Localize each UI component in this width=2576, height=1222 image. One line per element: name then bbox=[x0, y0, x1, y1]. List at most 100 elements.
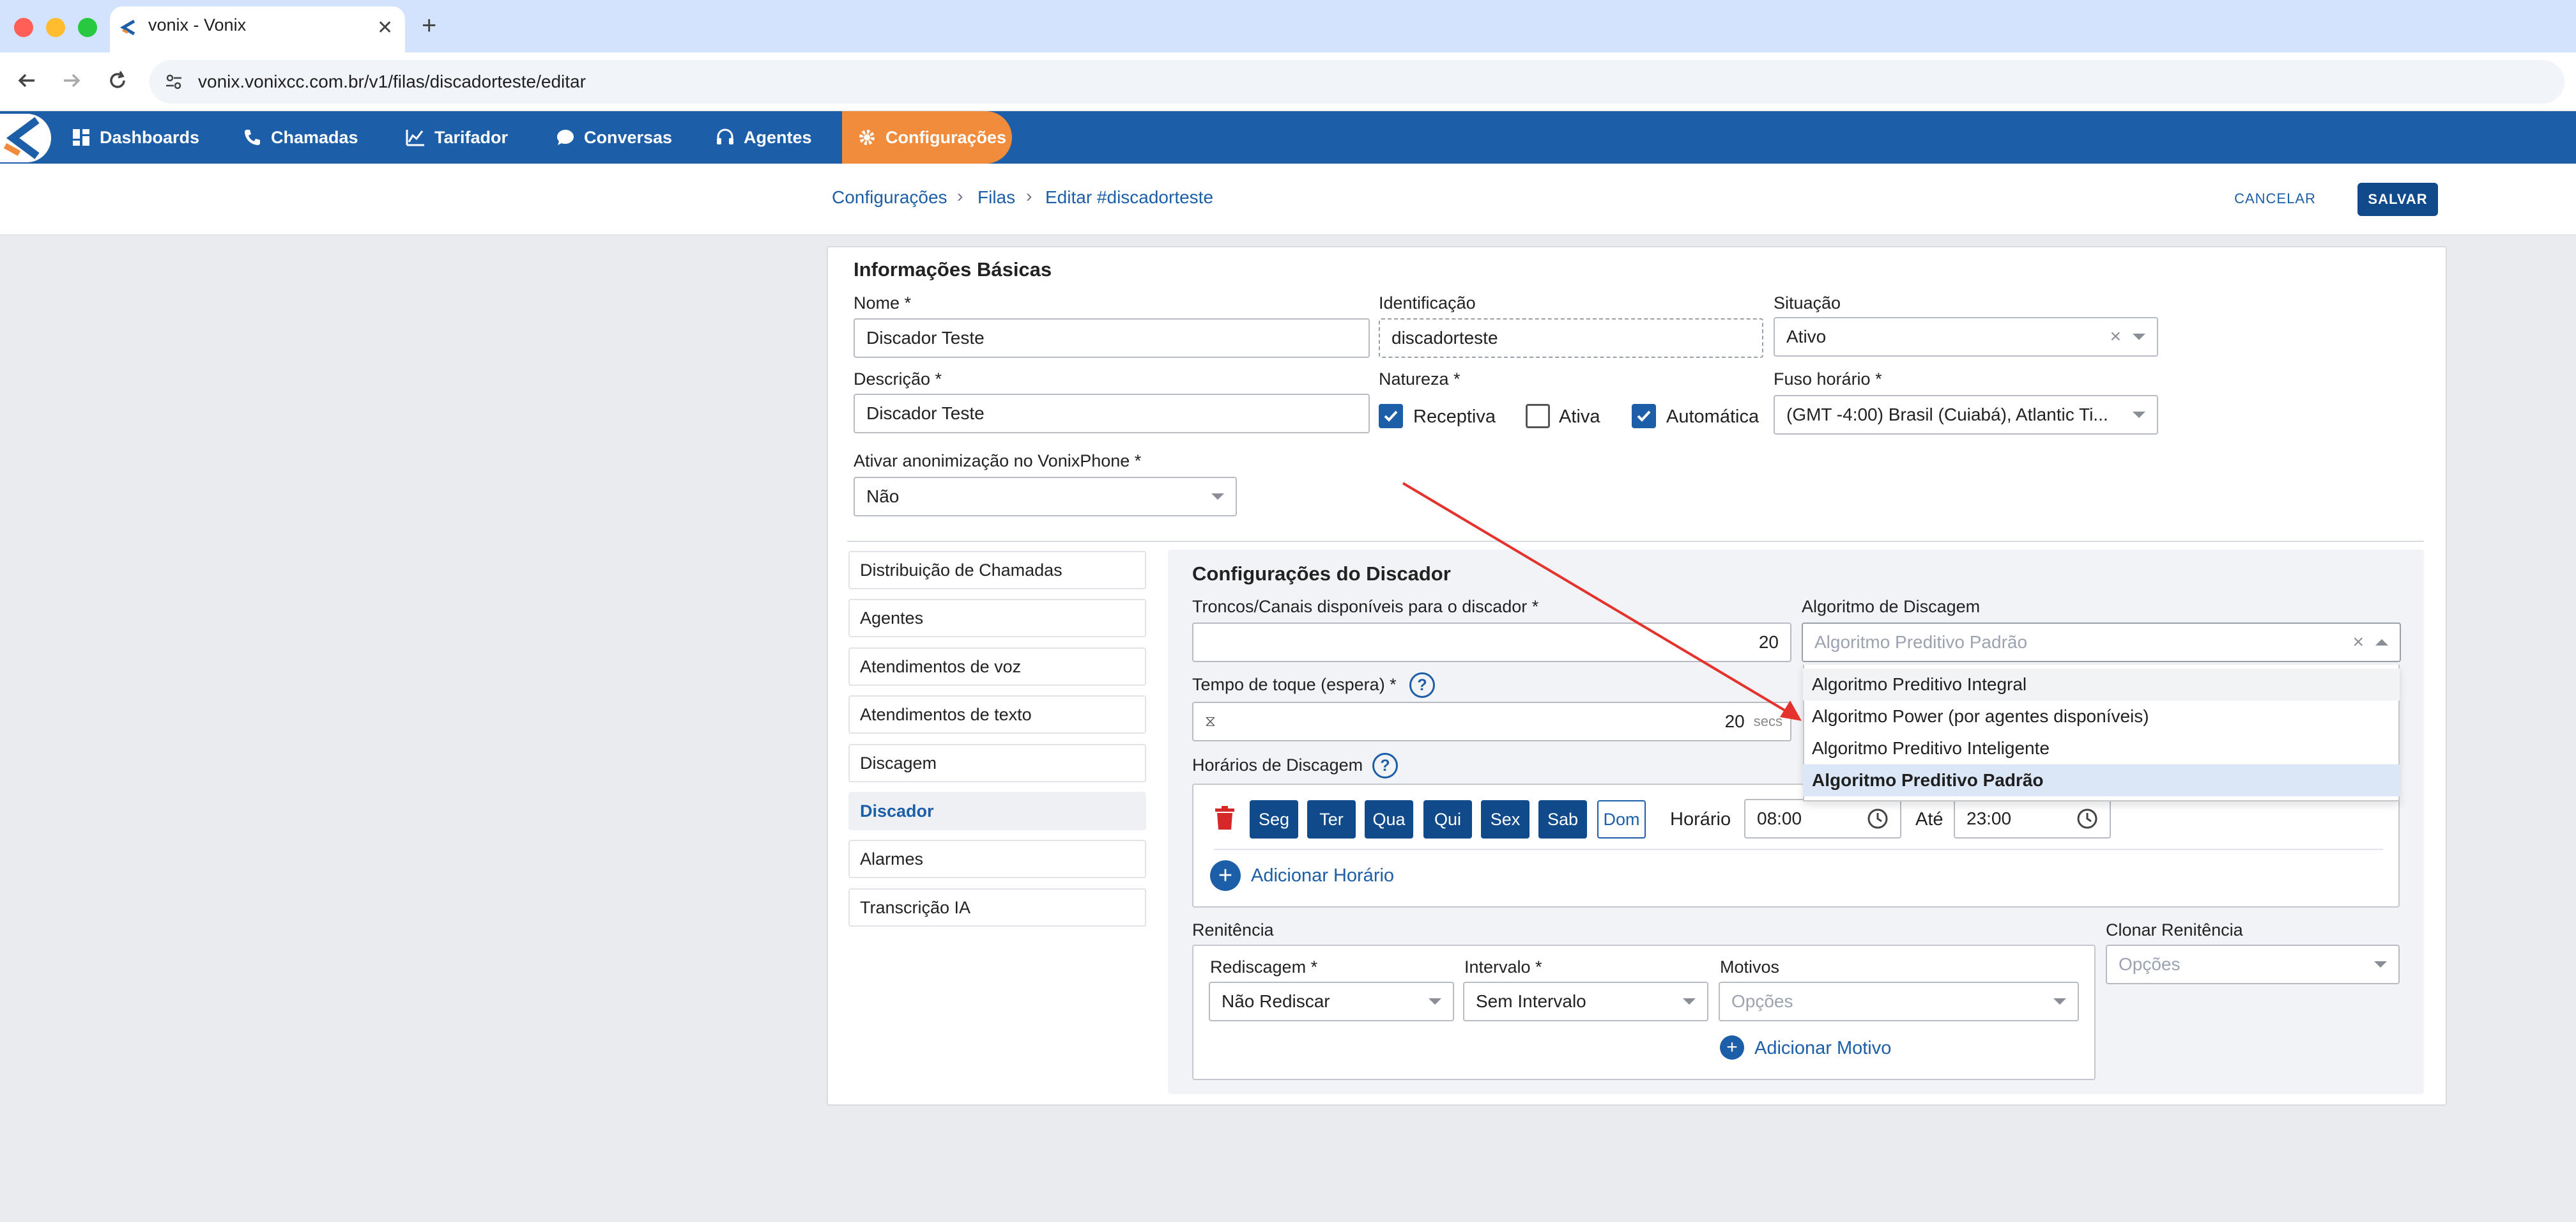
receptiva-checkbox[interactable] bbox=[1379, 404, 1403, 428]
breadcrumb-bar bbox=[0, 164, 2576, 235]
url-text[interactable]: vonix.vonixcc.com.br/v1/filas/discadorte… bbox=[198, 72, 586, 92]
ativa-checkbox[interactable] bbox=[1526, 404, 1550, 428]
automatica-checkbox[interactable] bbox=[1632, 404, 1656, 428]
intervalo-select[interactable]: Sem Intervalo bbox=[1463, 982, 1708, 1021]
add-horario-link[interactable]: Adicionar Horário bbox=[1251, 865, 1394, 886]
ativa-label: Ativa bbox=[1559, 406, 1600, 427]
reload-icon[interactable] bbox=[106, 69, 129, 92]
motivos-placeholder: Opções bbox=[1731, 991, 1793, 1011]
window-minimize-button[interactable] bbox=[46, 18, 65, 37]
toque-label: Tempo de toque (espera) * bbox=[1192, 675, 1397, 694]
nome-input[interactable]: Discador Teste bbox=[854, 318, 1370, 358]
menu-discagem[interactable]: Discagem bbox=[848, 744, 1146, 782]
phone-icon bbox=[245, 130, 260, 145]
day-sab[interactable]: Sab bbox=[1538, 800, 1587, 839]
vonix-logo[interactable] bbox=[0, 114, 51, 162]
menu-atendimentos-texto[interactable]: Atendimentos de texto bbox=[848, 695, 1146, 734]
motivos-label: Motivos bbox=[1720, 957, 1780, 977]
clock-icon bbox=[1867, 808, 1888, 829]
site-settings-icon[interactable] bbox=[164, 72, 184, 92]
chevron-up-icon bbox=[2375, 639, 2388, 646]
headset-icon bbox=[717, 128, 733, 144]
gear-icon bbox=[859, 130, 875, 145]
algoritmo-option[interactable]: Algoritmo Preditivo Inteligente bbox=[1803, 732, 2400, 764]
day-ter[interactable]: Ter bbox=[1307, 800, 1356, 839]
day-sex[interactable]: Sex bbox=[1481, 800, 1529, 839]
add-motivo-link[interactable]: Adicionar Motivo bbox=[1754, 1038, 1891, 1059]
nav-tarifador[interactable]: Tarifador bbox=[405, 111, 508, 164]
app-navbar bbox=[0, 111, 2576, 164]
day-seg[interactable]: Seg bbox=[1250, 800, 1298, 839]
nav-label: Configurações bbox=[885, 127, 1007, 147]
anonimizacao-select[interactable]: Não bbox=[854, 477, 1237, 516]
nome-value: Discador Teste bbox=[866, 328, 985, 348]
clear-icon[interactable]: × bbox=[2110, 326, 2121, 348]
menu-transcricao-ia[interactable]: Transcrição IA bbox=[848, 888, 1146, 927]
breadcrumb-current: Editar #discadorteste bbox=[1045, 187, 1214, 207]
plus-icon[interactable]: + bbox=[1720, 1035, 1744, 1060]
close-tab-icon[interactable]: ✕ bbox=[377, 17, 393, 39]
clonar-select[interactable]: Opções bbox=[2106, 945, 2400, 984]
chevron-down-icon bbox=[1683, 998, 1696, 1005]
checkmark-icon bbox=[1637, 410, 1651, 422]
checkmark-icon bbox=[1384, 410, 1398, 422]
hourglass-icon: ⧖ bbox=[1205, 713, 1216, 730]
vonix-favicon-icon bbox=[120, 19, 137, 36]
plus-icon[interactable]: + bbox=[1210, 860, 1241, 891]
horarios-divider bbox=[1214, 849, 2383, 850]
clear-icon[interactable]: × bbox=[2352, 631, 2364, 653]
nome-label: Nome * bbox=[854, 293, 912, 313]
cancel-button[interactable]: CANCELAR bbox=[2221, 183, 2329, 215]
nav-dashboards[interactable]: Dashboards bbox=[72, 111, 199, 164]
menu-discador[interactable]: Discador bbox=[848, 792, 1146, 830]
new-tab-button[interactable]: + bbox=[422, 12, 436, 40]
breadcrumb-configuracoes[interactable]: Configurações bbox=[832, 187, 947, 208]
save-button[interactable]: SALVAR bbox=[2358, 183, 2438, 216]
window-maximize-button[interactable] bbox=[78, 18, 97, 37]
rediscagem-select[interactable]: Não Rediscar bbox=[1209, 982, 1454, 1021]
descricao-value: Discador Teste bbox=[866, 403, 985, 423]
descricao-input[interactable]: Discador Teste bbox=[854, 394, 1370, 433]
intervalo-value: Sem Intervalo bbox=[1476, 991, 1586, 1011]
menu-agentes[interactable]: Agentes bbox=[848, 599, 1146, 637]
window-close-button[interactable] bbox=[14, 18, 33, 37]
ate-label: Até bbox=[1915, 809, 1943, 830]
clonar-label: Clonar Renitência bbox=[2106, 920, 2243, 940]
nav-chamadas[interactable]: Chamadas bbox=[243, 111, 358, 164]
receptiva-label: Receptiva bbox=[1413, 406, 1496, 427]
chevron-down-icon bbox=[2133, 412, 2145, 418]
day-qua[interactable]: Qua bbox=[1365, 800, 1413, 839]
algoritmo-option-selected[interactable]: Algoritmo Preditivo Padrão bbox=[1803, 764, 2400, 796]
tab-title: vonix - Vonix bbox=[148, 15, 247, 35]
nav-configuracoes[interactable]: Configurações bbox=[857, 111, 1006, 164]
nav-conversas[interactable]: Conversas bbox=[556, 111, 672, 164]
horario-end-input[interactable]: 23:00 bbox=[1954, 799, 2111, 839]
menu-atendimentos-voz[interactable]: Atendimentos de voz bbox=[848, 647, 1146, 686]
nav-agentes[interactable]: Agentes bbox=[716, 111, 812, 164]
day-qui[interactable]: Qui bbox=[1423, 800, 1472, 839]
menu-distribuicao-chamadas[interactable]: Distribuição de Chamadas bbox=[848, 551, 1146, 589]
forward-arrow-icon[interactable] bbox=[60, 69, 83, 92]
horario-start-input[interactable]: 08:00 bbox=[1744, 799, 1901, 839]
breadcrumb-filas[interactable]: Filas bbox=[977, 187, 1015, 208]
identificacao-label: Identificação bbox=[1379, 293, 1476, 313]
menu-alarmes[interactable]: Alarmes bbox=[848, 840, 1146, 878]
motivos-select[interactable]: Opções bbox=[1719, 982, 2079, 1021]
chevron-down-icon bbox=[2374, 961, 2387, 968]
horario-label: Horário bbox=[1670, 809, 1731, 830]
algoritmo-select[interactable]: Algoritmo Preditivo Padrão × bbox=[1802, 623, 2401, 662]
back-arrow-icon[interactable] bbox=[15, 69, 38, 92]
day-dom[interactable]: Dom bbox=[1597, 800, 1646, 839]
dashboard-icon bbox=[73, 129, 89, 146]
situacao-value: Ativo bbox=[1786, 327, 1827, 346]
help-icon[interactable]: ? bbox=[1372, 753, 1398, 778]
trash-icon[interactable] bbox=[1214, 805, 1236, 831]
algoritmo-option[interactable]: Algoritmo Power (por agentes disponíveis… bbox=[1803, 700, 2400, 732]
situacao-select[interactable]: Ativo × bbox=[1774, 317, 2158, 357]
horarios-label: Horários de Discagem bbox=[1192, 755, 1363, 775]
intervalo-label: Intervalo * bbox=[1464, 957, 1542, 977]
algoritmo-placeholder: Algoritmo Preditivo Padrão bbox=[1814, 632, 2028, 652]
algoritmo-option[interactable]: Algoritmo Preditivo Integral bbox=[1803, 669, 2400, 700]
fuso-select[interactable]: (GMT -4:00) Brasil (Cuiabá), Atlantic Ti… bbox=[1774, 395, 2158, 435]
rediscagem-label: Rediscagem * bbox=[1210, 957, 1318, 977]
